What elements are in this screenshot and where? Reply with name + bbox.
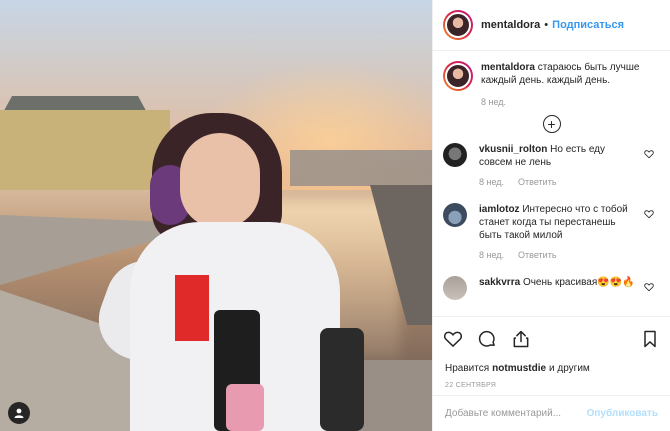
comment-age[interactable]: 8 нед.: [479, 177, 504, 187]
heart-icon[interactable]: [443, 329, 463, 349]
author-username[interactable]: mentaldora: [481, 19, 540, 31]
comment-body: Очень красивая😍😍🔥: [522, 277, 635, 288]
likes-line: Нравится notmustdie и другим: [433, 360, 670, 376]
caption-meta: 8 нед.: [481, 97, 660, 107]
commenter-avatar[interactable]: [443, 143, 467, 167]
comment-row: iamlotoz Интересно что с тобой станет ко…: [443, 203, 660, 242]
author-avatar[interactable]: [443, 10, 473, 40]
comment-row: vkusnii_rolton Но есть еду совсем не лен…: [443, 143, 660, 169]
comment-icon[interactable]: [477, 329, 497, 349]
likes-suffix[interactable]: и другим: [549, 363, 590, 374]
share-icon[interactable]: [511, 329, 531, 349]
comment-meta: 8 нед. Ответить: [479, 250, 660, 260]
action-bar: [433, 316, 670, 360]
black-bag: [320, 328, 364, 431]
comments-list[interactable]: mentaldora стараюсь быть лучше каждый де…: [433, 51, 670, 316]
caption-age[interactable]: 8 нед.: [481, 97, 506, 107]
commenter-avatar[interactable]: [443, 203, 467, 227]
add-comment-bar: Опубликовать: [433, 395, 670, 431]
comment-age[interactable]: 8 нед.: [479, 250, 504, 260]
comment-text: iamlotoz Интересно что с тобой станет ко…: [479, 203, 639, 242]
user-icon: [14, 408, 24, 418]
comment-meta: 8 нед. Ответить: [479, 177, 660, 187]
post-photo[interactable]: [0, 0, 432, 431]
post-date[interactable]: 22 СЕНТЯБРЯ: [433, 382, 670, 394]
caption-text: mentaldora стараюсь быть лучше каждый де…: [481, 61, 641, 87]
pink-pouch: [226, 384, 264, 431]
caption-username[interactable]: mentaldora: [481, 62, 535, 73]
instagram-post: mentaldora • Подписаться mentaldora стар…: [0, 0, 670, 431]
heart-icon[interactable]: [644, 149, 654, 159]
reply-button[interactable]: Ответить: [518, 177, 556, 187]
plus-circle-icon[interactable]: +: [542, 115, 561, 133]
caption: mentaldora стараюсь быть лучше каждый де…: [443, 61, 660, 91]
comment-row: sakkvrra Очень красивая😍😍🔥: [443, 276, 660, 300]
liked-by-user[interactable]: notmustdie: [492, 363, 546, 374]
heart-icon[interactable]: [644, 282, 654, 292]
red-tag: [175, 275, 209, 341]
comment-text: sakkvrra Очень красивая😍😍🔥: [479, 276, 639, 289]
comment-input[interactable]: [445, 408, 587, 419]
caption-avatar[interactable]: [443, 61, 473, 91]
commenter-avatar[interactable]: [443, 276, 467, 300]
face: [180, 133, 260, 228]
comment-text: vkusnii_rolton Но есть еду совсем не лен…: [479, 143, 639, 169]
bookmark-icon[interactable]: [640, 329, 660, 349]
load-more-comments[interactable]: +: [443, 115, 660, 133]
user-tags-button[interactable]: [8, 402, 30, 424]
post-header: mentaldora • Подписаться: [433, 0, 670, 51]
publish-button[interactable]: Опубликовать: [587, 408, 658, 419]
follow-button[interactable]: Подписаться: [552, 19, 624, 31]
reply-button[interactable]: Ответить: [518, 250, 556, 260]
separator-dot: •: [544, 19, 549, 31]
post-side-panel: mentaldora • Подписаться mentaldora стар…: [432, 0, 670, 431]
heart-icon[interactable]: [644, 209, 654, 219]
comment-username[interactable]: vkusnii_rolton: [479, 144, 547, 155]
likes-prefix: Нравится: [445, 362, 490, 374]
comment-username[interactable]: iamlotoz: [479, 204, 520, 215]
far-buildings: [290, 150, 432, 186]
comment-username[interactable]: sakkvrra: [479, 277, 520, 288]
